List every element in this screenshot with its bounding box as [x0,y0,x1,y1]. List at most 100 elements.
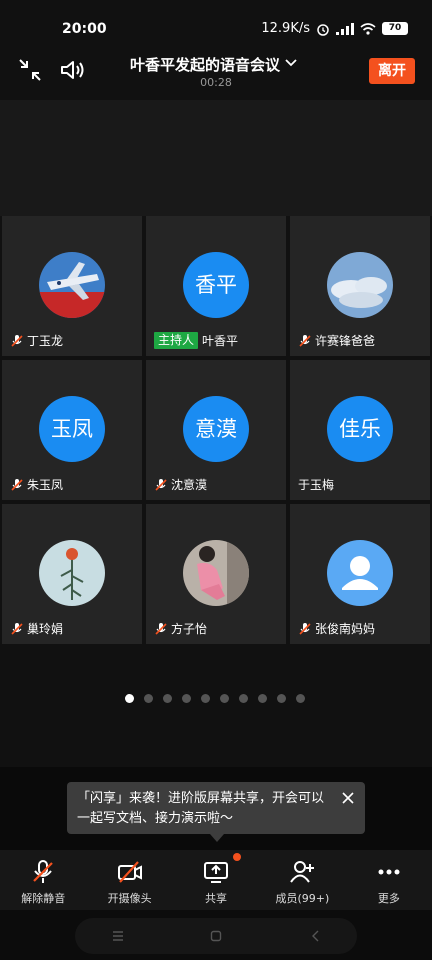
camera-button[interactable]: 开摄像头 [86,850,172,910]
add-member-icon [290,861,315,883]
system-nav-bar [0,910,432,960]
more-button[interactable]: 更多 [346,850,432,910]
person-photo [183,540,249,606]
chevron-down-icon[interactable] [284,56,298,70]
wifi-icon [360,22,376,35]
participant-name-row: 巢玲娟 [10,620,63,637]
unmute-button[interactable]: 解除静音 [0,850,86,910]
participant-name: 许赛锋爸爸 [315,334,376,348]
status-indicators: 12.9K/s 70 [261,21,408,36]
mic-off-icon [299,334,311,347]
share-screen-icon [204,862,229,883]
home-icon[interactable] [210,930,222,942]
participant-name: 丁玉龙 [27,334,64,348]
meeting-toolbar: 解除静音 开摄像头 共享 成员(99+) 更多 [0,850,432,910]
participant-name-row: 许赛锋爸爸 [298,332,375,349]
avatar: 香平 [183,252,249,318]
default-avatar-icon [342,556,378,590]
page-dot[interactable] [182,694,191,703]
participant-name: 方子怡 [171,622,208,636]
alarm-icon [317,23,329,36]
share-promo-toast: 「闪享」来袭！进阶版屏幕共享，开会可以一起写文档、接力演示啦～ [67,782,365,834]
participant-tile[interactable]: 张俊南妈妈 [290,504,430,644]
page-indicator [125,694,305,703]
participant-tile[interactable]: 玉凤 朱玉凤 [2,360,142,500]
page-dot[interactable] [144,694,153,703]
airplane-photo [39,252,105,318]
participant-tile[interactable]: 丁玉龙 [2,216,142,356]
mic-off-icon [11,334,23,347]
network-speed: 12.9K/s [261,21,310,36]
participant-tile[interactable]: 香平 主持人 叶香平 [146,216,286,356]
participant-name: 于玉梅 [298,478,335,492]
camera-label: 开摄像头 [107,892,152,905]
avatar [39,252,105,318]
mic-off-icon [33,860,53,883]
more-icon [378,869,400,875]
participant-tile[interactable]: 方子怡 [146,504,286,644]
toast-text: 「闪享」来袭！进阶版屏幕共享，开会可以一起写文档、接力演示啦～ [77,791,325,826]
participant-tile[interactable]: 佳乐 于玉梅 [290,360,430,500]
battery-icon: 70 [382,22,408,35]
stage-area [0,100,432,216]
mic-off-icon [11,622,23,635]
participant-name: 叶香平 [202,334,239,348]
back-icon[interactable] [310,930,322,942]
participant-name-row: 丁玉龙 [10,332,63,349]
avatar [327,540,393,606]
share-button[interactable]: 共享 [173,850,259,910]
avatar [327,252,393,318]
page-dot[interactable] [239,694,248,703]
meeting-duration: 00:28 [200,76,232,89]
camera-off-icon [117,861,142,883]
avatar: 佳乐 [327,396,393,462]
participant-grid: 丁玉龙 香平 主持人 叶香平 许赛锋爸爸 玉凤 朱玉凤 意漠 沈意漠 佳乐 于玉… [2,216,430,646]
participant-tile[interactable]: 许赛锋爸爸 [290,216,430,356]
signal-icon [336,22,354,35]
unmute-label: 解除静音 [21,892,66,905]
more-label: 更多 [377,892,400,905]
page-dot[interactable] [296,694,305,703]
status-time: 20:00 [62,21,107,37]
status-bar: 20:00 12.9K/s 70 [0,0,432,42]
menu-icon[interactable] [112,930,124,942]
participant-name: 巢玲娟 [27,622,64,636]
page-dot[interactable] [220,694,229,703]
mic-off-icon [299,622,311,635]
participant-name: 张俊南妈妈 [315,622,376,636]
meeting-header: 叶香平发起的语音会议 00:28 离开 [0,42,432,100]
avatar [39,540,105,606]
sky-photo [327,252,393,318]
flower-photo [39,540,105,606]
participant-tile[interactable]: 意漠 沈意漠 [146,360,286,500]
mic-off-icon [11,478,23,491]
page-dot[interactable] [163,694,172,703]
participant-name-row: 张俊南妈妈 [298,620,375,637]
members-button[interactable]: 成员(99+) [259,850,345,910]
participant-name-row: 于玉梅 [298,476,334,493]
notification-dot [233,853,242,861]
participant-name-row: 沈意漠 [154,476,207,493]
page-dot[interactable] [258,694,267,703]
avatar: 意漠 [183,396,249,462]
mic-off-icon [155,622,167,635]
participant-name: 沈意漠 [171,478,208,492]
leave-button[interactable]: 离开 [369,58,415,84]
page-dot[interactable] [125,694,134,703]
participant-tile[interactable]: 巢玲娟 [2,504,142,644]
participant-name-row: 主持人 叶香平 [154,332,238,349]
toast-pointer [210,834,224,842]
participant-name-row: 方子怡 [154,620,207,637]
page-dot[interactable] [277,694,286,703]
meeting-title[interactable]: 叶香平发起的语音会议 [130,54,280,75]
page-dot[interactable] [201,694,210,703]
avatar: 玉凤 [39,396,105,462]
participant-name-row: 朱玉凤 [10,476,63,493]
close-icon[interactable] [341,791,355,805]
host-badge: 主持人 [154,332,199,349]
participant-name: 朱玉凤 [27,478,64,492]
avatar [183,540,249,606]
members-label: 成员(99+) [275,892,330,905]
share-label: 共享 [205,892,228,905]
mic-off-icon [155,478,167,491]
